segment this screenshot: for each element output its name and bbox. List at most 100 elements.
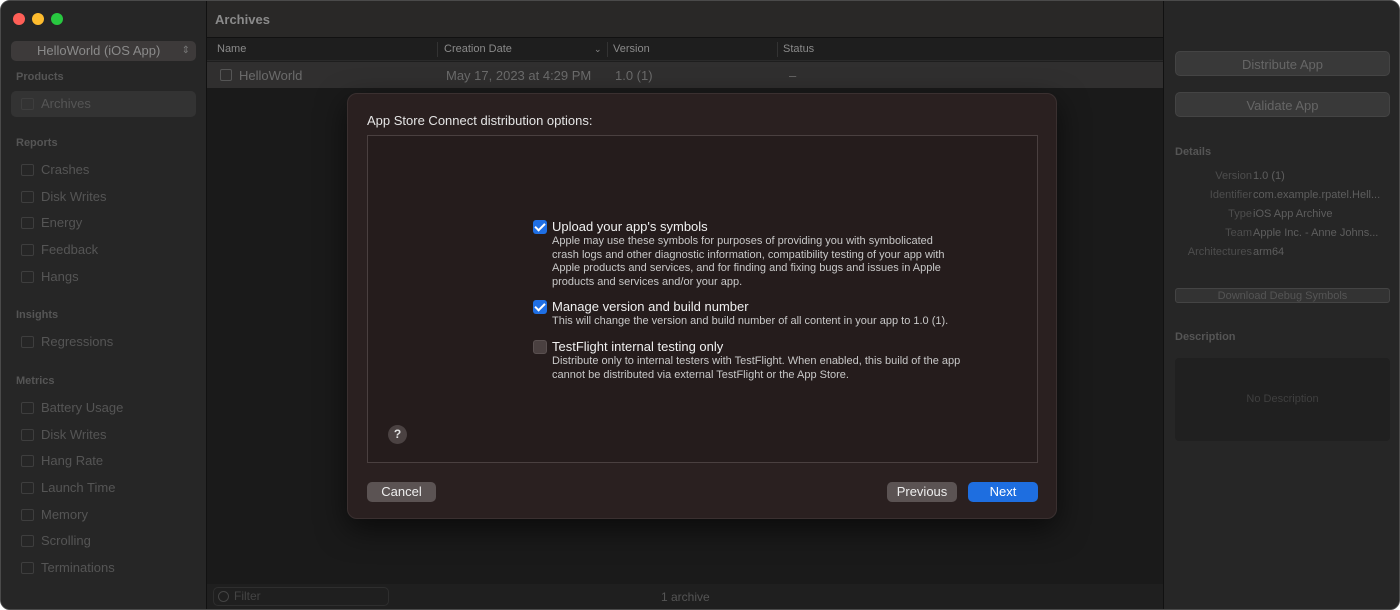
window-controls (13, 13, 63, 25)
sidebar: HelloWorld (iOS App) ⇕ Products Archives… (1, 1, 207, 609)
sidebar-item-disk-writes[interactable]: Disk Writes (11, 184, 196, 210)
sidebar-item-scrolling[interactable]: Scrolling (11, 528, 196, 554)
sidebar-item-label: Feedback (41, 242, 99, 257)
upload-symbols-checkbox[interactable] (533, 220, 547, 234)
table-header: Name Creation Date ⌄ Version Status (207, 39, 1163, 61)
sidebar-item-label: Terminations (41, 560, 115, 575)
filter-icon (218, 591, 229, 602)
app-icon (220, 69, 232, 81)
section-insights: Insights (16, 309, 59, 321)
archive-date: May 17, 2023 at 4:29 PM (446, 68, 592, 83)
sidebar-item-label: Hangs (41, 269, 79, 284)
sidebar-item-battery-usage[interactable]: Battery Usage (11, 395, 196, 421)
zoom-window-button[interactable] (51, 13, 63, 25)
archive-icon (21, 98, 34, 110)
column-header-version[interactable]: Version (613, 43, 650, 55)
detail-label: Team (1225, 227, 1252, 239)
detail-value: Apple Inc. - Anne Johns... (1253, 227, 1379, 239)
description-heading: Description (1175, 331, 1236, 343)
distribution-options-dialog: App Store Connect distribution options: … (347, 93, 1057, 519)
option-description: This will change the version and build n… (552, 315, 949, 327)
option-description: Apple may use these symbols for purposes… (552, 235, 945, 288)
energy-icon (21, 217, 34, 229)
testflight-internal-checkbox[interactable] (533, 340, 547, 354)
disk-icon (21, 191, 34, 203)
detail-value: arm64 (1253, 246, 1285, 258)
sidebar-item-hangs[interactable]: Hangs (11, 264, 196, 290)
terminations-icon (21, 562, 34, 574)
sidebar-item-label: Battery Usage (41, 400, 124, 415)
sidebar-item-energy[interactable]: Energy (11, 210, 196, 236)
scheme-selector[interactable]: HelloWorld (iOS App) ⇕ (11, 41, 196, 61)
sidebar-item-launch-time[interactable]: Launch Time (11, 475, 196, 501)
toolbar: Archives (207, 1, 1163, 38)
chevron-down-icon: ⌄ (594, 44, 602, 54)
filter-input[interactable]: Filter (213, 587, 389, 606)
sidebar-item-regressions[interactable]: Regressions (11, 329, 196, 355)
download-debug-symbols-button[interactable]: Download Debug Symbols (1175, 288, 1390, 303)
chevron-updown-icon: ⇕ (181, 45, 190, 56)
section-metrics: Metrics (16, 375, 55, 387)
column-header-status[interactable]: Status (783, 43, 814, 55)
detail-label: Architectures (1187, 246, 1252, 258)
sidebar-item-archives[interactable]: Archives (11, 91, 196, 117)
previous-button[interactable]: Previous (887, 482, 957, 502)
section-reports: Reports (16, 137, 58, 149)
sidebar-item-crashes[interactable]: Crashes (11, 157, 196, 183)
scheme-label: HelloWorld (iOS App) (37, 43, 161, 58)
hourglass-icon (21, 455, 34, 467)
details-heading: Details (1175, 146, 1212, 158)
option-title: Upload your app's symbols (552, 219, 708, 234)
help-button[interactable]: ? (388, 425, 407, 444)
sidebar-item-memory[interactable]: Memory (11, 502, 196, 528)
sidebar-item-label: Crashes (41, 162, 90, 177)
detail-label: Type (1228, 208, 1252, 220)
distribute-app-button[interactable]: Distribute App (1175, 51, 1390, 76)
close-window-button[interactable] (13, 13, 25, 25)
sidebar-item-label: Launch Time (41, 480, 116, 495)
disk-icon (21, 429, 34, 441)
option-title: TestFlight internal testing only (552, 339, 724, 354)
sidebar-item-label: Disk Writes (41, 189, 107, 204)
cancel-button[interactable]: Cancel (367, 482, 436, 502)
feedback-icon (21, 244, 34, 256)
next-button[interactable]: Next (968, 482, 1038, 502)
detail-value: com.example.rpatel.Hell... (1253, 189, 1381, 201)
detail-label: Version (1215, 170, 1252, 182)
validate-app-button[interactable]: Validate App (1175, 92, 1390, 117)
page-title: Archives (215, 12, 270, 27)
column-header-creation-date[interactable]: Creation Date (444, 43, 512, 55)
archive-name: HelloWorld (239, 68, 303, 83)
sidebar-item-label: Memory (41, 507, 88, 522)
options-box: Upload your app's symbols Apple may use … (367, 135, 1038, 463)
detail-value: 1.0 (1) (1253, 170, 1285, 182)
sidebar-item-terminations[interactable]: Terminations (11, 555, 196, 581)
sidebar-item-label: Scrolling (41, 533, 91, 548)
description-field[interactable]: No Description (1175, 358, 1390, 441)
archive-status: – (789, 68, 797, 83)
manage-version-checkbox[interactable] (533, 300, 547, 314)
detail-label: Identifier (1209, 189, 1252, 201)
sidebar-item-hang-rate[interactable]: Hang Rate (11, 448, 196, 474)
sidebar-item-label: Hang Rate (41, 453, 104, 468)
table-row[interactable]: HelloWorld May 17, 2023 at 4:29 PM 1.0 (… (207, 62, 1163, 88)
sidebar-item-label: Disk Writes (41, 427, 107, 442)
archive-version: 1.0 (1) (615, 68, 653, 83)
sidebar-item-label: Energy (41, 215, 83, 230)
xcode-organizer-window: HelloWorld (iOS App) ⇕ Products Archives… (0, 0, 1400, 610)
battery-icon (21, 402, 34, 414)
crash-icon (21, 164, 34, 176)
sidebar-item-feedback[interactable]: Feedback (11, 237, 196, 263)
sidebar-item-label: Archives (41, 96, 91, 111)
regressions-icon (21, 336, 34, 348)
inspector-panel: Distribute App Validate App Details Vers… (1163, 1, 1399, 609)
sidebar-item-disk-writes-metric[interactable]: Disk Writes (11, 422, 196, 448)
filter-placeholder: Filter (234, 589, 261, 603)
column-header-name[interactable]: Name (217, 43, 246, 55)
sidebar-item-label: Regressions (41, 334, 114, 349)
dialog-title: App Store Connect distribution options: (367, 113, 593, 128)
option-description: Distribute only to internal testers with… (552, 355, 961, 381)
launch-icon (21, 482, 34, 494)
minimize-window-button[interactable] (32, 13, 44, 25)
archive-count: 1 archive (661, 590, 710, 604)
